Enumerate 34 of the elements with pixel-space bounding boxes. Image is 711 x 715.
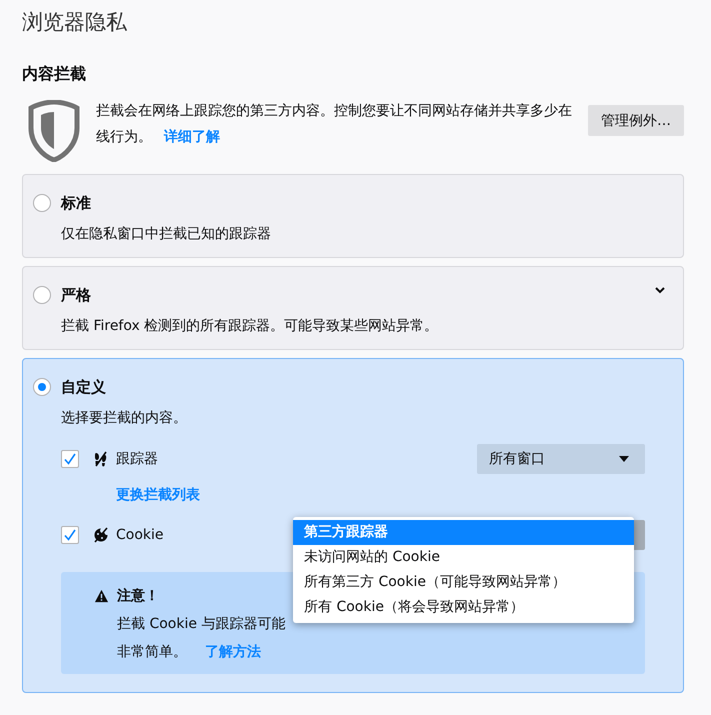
option-label: 跟踪器 [116,450,158,468]
option-label: Cookie [116,527,164,543]
page-title: 浏览器隐私 [22,9,128,36]
shield-icon [28,100,80,162]
menu-item[interactable]: 未访问网站的 Cookie [293,545,634,570]
warning-title: 注意！ [117,587,159,605]
checkbox[interactable] [61,526,79,544]
footprints-icon [93,451,109,467]
option-title: 标准 [61,194,91,212]
warning-text: 非常简单。 [117,644,187,660]
option-description: 选择要拦截的内容。 [61,410,187,426]
warning-icon [94,589,109,603]
warning-text: 拦截 Cookie 与跟踪器可能 [117,616,286,632]
option-description: 拦截 Firefox 检测到的所有跟踪器。可能导致某些网站异常。 [61,318,438,334]
checkbox[interactable] [61,450,79,468]
option-title: 严格 [61,286,91,304]
radio-button[interactable] [33,286,51,304]
option-title: 自定义 [61,378,106,396]
option-description: 仅在隐私窗口中拦截已知的跟踪器 [61,226,271,242]
option-card[interactable]: 标准 仅在隐私窗口中拦截已知的跟踪器 [22,174,684,258]
menu-item[interactable]: 所有 Cookie（将会导致网站异常） [293,595,634,620]
menu-item[interactable]: 第三方跟踪器 [293,520,634,545]
option-card[interactable]: 严格 拦截 Firefox 检测到的所有跟踪器。可能导致某些网站异常。 [22,266,684,350]
manage-exceptions-button[interactable]: 管理例外… [588,105,684,136]
section-heading: 内容拦截 [22,64,87,84]
caret-icon [619,456,629,462]
radio-button[interactable] [33,378,51,396]
section-description: 拦截会在网络上跟踪您的第三方内容。控制您要让不同网站存储并共享多少在线行为。 详细了解 [96,102,573,147]
radio-button[interactable] [33,194,51,212]
chevron-icon[interactable] [655,287,665,294]
menu-item[interactable]: 所有第三方 Cookie（可能导致网站异常） [293,570,634,595]
selected-option-card[interactable]: 自定义 选择要拦截的内容。 跟踪器 所有窗口 更换拦截列表 Cookie 第三方跟踪器 未访问网站的 Cookie 所有第三方 Cookie（可能导致网站异常） 所有 Cookie（将会导致网站异常） 注意！ 拦截 Cookie 与跟踪器可能 非常简单。 了解方法 [22,358,684,693]
cookie-icon [93,527,109,543]
dropdown-select[interactable]: 所有窗口 [477,444,645,474]
